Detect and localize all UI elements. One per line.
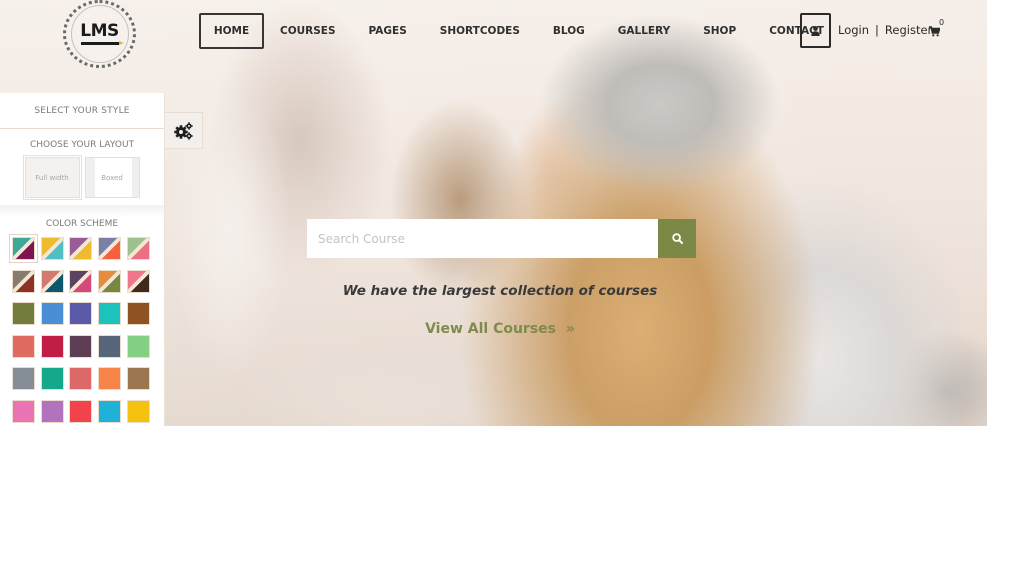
color-swatch[interactable] bbox=[40, 302, 64, 325]
pencil-icon bbox=[80, 41, 124, 45]
login-link[interactable]: Login bbox=[838, 23, 869, 37]
nav-shortcodes[interactable]: SHORTCODES bbox=[440, 13, 520, 49]
color-swatch[interactable] bbox=[40, 399, 64, 423]
site-logo[interactable]: LMS bbox=[63, 0, 136, 68]
color-swatch[interactable] bbox=[69, 302, 93, 325]
color-swatch[interactable] bbox=[69, 367, 93, 390]
color-swatch[interactable] bbox=[40, 269, 64, 293]
color-swatch[interactable] bbox=[98, 334, 122, 358]
layout-options: Full width Boxed bbox=[0, 155, 164, 200]
nav-pages[interactable]: PAGES bbox=[369, 13, 407, 49]
layout-boxed-button[interactable]: Boxed bbox=[84, 157, 140, 198]
color-swatch[interactable] bbox=[40, 367, 64, 390]
color-swatch[interactable] bbox=[126, 302, 150, 325]
main-nav: HOME COURSES PAGES SHORTCODES BLOG GALLE… bbox=[199, 13, 824, 49]
view-all-courses-label: View All Courses bbox=[425, 321, 556, 337]
color-swatch[interactable] bbox=[69, 269, 93, 293]
register-link[interactable]: Register bbox=[885, 23, 932, 37]
color-swatch-grid bbox=[0, 234, 164, 423]
nav-shop[interactable]: SHOP bbox=[703, 13, 736, 49]
search-button[interactable] bbox=[658, 219, 696, 258]
cart-count-badge: 0 bbox=[939, 18, 945, 27]
search-icon bbox=[671, 233, 683, 244]
color-swatch[interactable] bbox=[9, 234, 38, 263]
nav-courses[interactable]: COURSES bbox=[280, 13, 336, 49]
color-swatch[interactable] bbox=[69, 237, 93, 260]
nav-home[interactable]: HOME bbox=[199, 13, 264, 49]
color-swatch[interactable] bbox=[69, 399, 93, 423]
layout-full-width-button[interactable]: Full width bbox=[22, 155, 82, 200]
nav-gallery[interactable]: GALLERY bbox=[618, 13, 670, 49]
color-swatch[interactable] bbox=[126, 237, 150, 260]
color-swatch[interactable] bbox=[126, 367, 150, 390]
color-swatch[interactable] bbox=[12, 367, 35, 390]
double-chevron-right-icon: » bbox=[565, 321, 575, 337]
color-swatch[interactable] bbox=[126, 334, 150, 358]
color-swatch[interactable] bbox=[126, 399, 150, 423]
account-button[interactable] bbox=[800, 13, 831, 48]
hero-tagline: We have the largest collection of course… bbox=[342, 283, 658, 299]
color-scheme-heading: COLOR SCHEME bbox=[45, 219, 119, 229]
color-swatch[interactable] bbox=[12, 302, 35, 325]
style-switcher-panel: SELECT YOUR STYLE CHOOSE YOUR LAYOUT Ful… bbox=[0, 93, 165, 426]
gears-icon bbox=[173, 121, 193, 140]
nav-blog[interactable]: BLOG bbox=[553, 13, 585, 49]
user-icon bbox=[811, 25, 820, 36]
panel-title: SELECT YOUR STYLE bbox=[0, 93, 164, 129]
color-swatch[interactable] bbox=[126, 269, 150, 293]
search-course-input[interactable] bbox=[307, 219, 658, 258]
logo-text: LMS bbox=[80, 21, 119, 41]
auth-links: Login | Register bbox=[838, 23, 932, 37]
color-swatch[interactable] bbox=[98, 302, 122, 325]
color-swatch[interactable] bbox=[12, 399, 35, 423]
color-swatch[interactable] bbox=[98, 367, 122, 390]
color-swatch[interactable] bbox=[40, 237, 64, 260]
shopping-cart-icon bbox=[929, 26, 941, 37]
auth-separator: | bbox=[875, 23, 879, 37]
color-swatch[interactable] bbox=[12, 334, 35, 358]
course-search bbox=[307, 219, 696, 258]
style-panel-toggle[interactable] bbox=[165, 112, 203, 149]
color-swatch[interactable] bbox=[98, 269, 122, 293]
color-swatch[interactable] bbox=[98, 399, 122, 423]
logo-badge: LMS bbox=[70, 5, 129, 63]
page: LMS HOME COURSES PAGES SHORTCODES BLOG G… bbox=[0, 0, 1024, 576]
panel-divider bbox=[0, 205, 164, 217]
layout-heading: CHOOSE YOUR LAYOUT bbox=[29, 140, 135, 150]
color-swatch[interactable] bbox=[98, 237, 122, 260]
color-swatch[interactable] bbox=[69, 334, 93, 358]
color-swatch[interactable] bbox=[40, 334, 64, 358]
view-all-courses-link[interactable]: View All Courses » bbox=[400, 321, 600, 337]
color-swatch[interactable] bbox=[12, 269, 35, 293]
